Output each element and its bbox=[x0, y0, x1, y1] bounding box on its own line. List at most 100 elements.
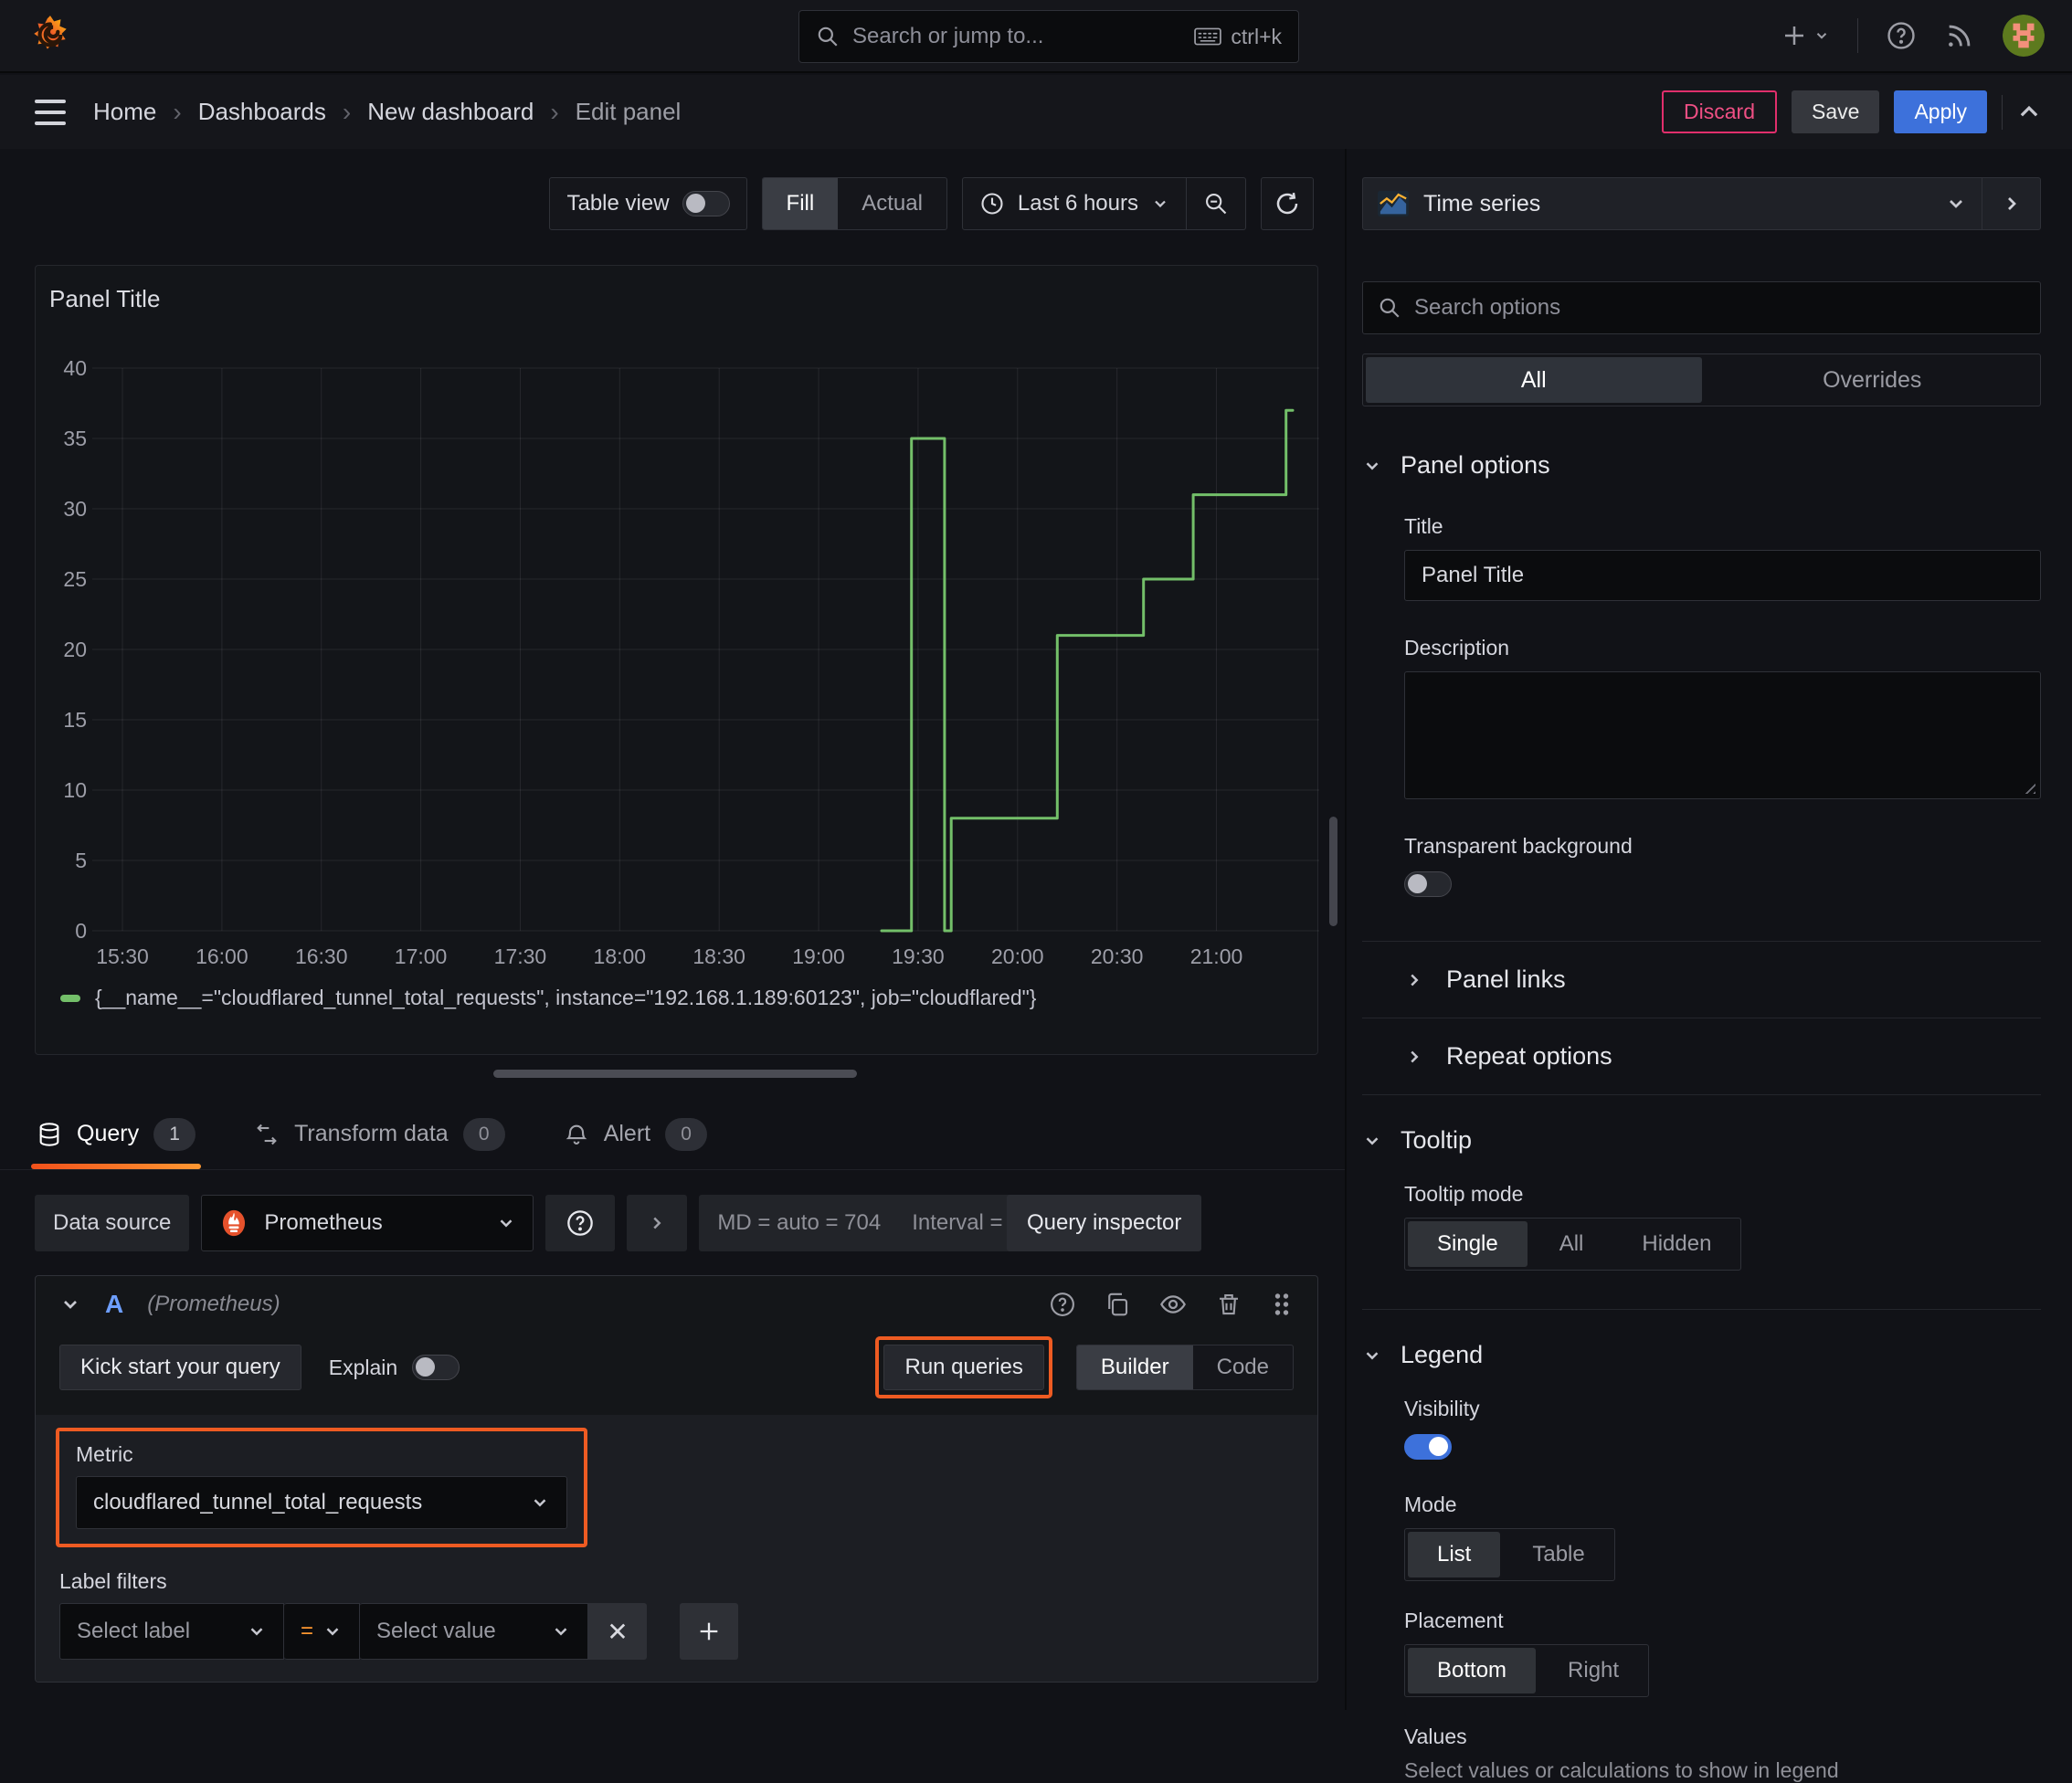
news-icon[interactable] bbox=[1944, 20, 1975, 51]
run-queries-button[interactable]: Run queries bbox=[883, 1345, 1044, 1390]
fill-option[interactable]: Fill bbox=[762, 178, 839, 229]
keyboard-icon bbox=[1194, 26, 1222, 47]
add-new-button[interactable] bbox=[1781, 22, 1830, 49]
panel-title: Panel Title bbox=[49, 285, 161, 312]
divider bbox=[1362, 1309, 2041, 1310]
legend-values-label: Values bbox=[1404, 1725, 1467, 1748]
transparent-background-label: Transparent background bbox=[1404, 834, 1633, 858]
clock-icon bbox=[979, 191, 1005, 216]
panel-options-header[interactable]: Panel options bbox=[1362, 451, 2041, 480]
help-icon[interactable] bbox=[1886, 20, 1917, 51]
chevron-down-icon bbox=[1950, 200, 1962, 208]
legend-series-label[interactable]: {__name__="cloudflared_tunnel_total_requ… bbox=[95, 986, 1036, 1010]
horizontal-scrollbar[interactable] bbox=[493, 1070, 857, 1078]
breadcrumb-new-dashboard[interactable]: New dashboard bbox=[367, 98, 534, 126]
datasource-help-icon[interactable] bbox=[545, 1195, 616, 1251]
svg-text:18:00: 18:00 bbox=[594, 944, 647, 968]
svg-text:16:00: 16:00 bbox=[196, 944, 248, 968]
vertical-scrollbar[interactable] bbox=[1329, 817, 1337, 926]
refresh-button[interactable] bbox=[1261, 177, 1314, 230]
grafana-logo[interactable] bbox=[27, 13, 73, 58]
legend-header[interactable]: Legend bbox=[1362, 1341, 2041, 1369]
tab-all-options[interactable]: All bbox=[1366, 357, 1702, 403]
collapse-sidebar-icon[interactable] bbox=[1982, 178, 2040, 229]
metric-value: cloudflared_tunnel_total_requests bbox=[93, 1490, 423, 1514]
svg-text:18:30: 18:30 bbox=[692, 944, 745, 968]
global-search[interactable]: ctrl+k bbox=[798, 10, 1299, 63]
legend-visibility-toggle[interactable] bbox=[1404, 1434, 1452, 1460]
description-label: Description bbox=[1404, 636, 1510, 659]
tooltip-hidden-option[interactable]: Hidden bbox=[1612, 1219, 1740, 1270]
panel-preview: Panel Title 0 5 10 15 20 25 30 35 40 15:30 16:00 16… bbox=[35, 265, 1319, 1055]
discard-button[interactable]: Discard bbox=[1662, 90, 1778, 133]
query-row-header[interactable]: A (Prometheus) bbox=[36, 1276, 1317, 1333]
query-builder-body: Metric cloudflared_tunnel_total_requests… bbox=[36, 1415, 1317, 1682]
collapse-query-icon[interactable] bbox=[59, 1293, 81, 1315]
time-range-picker[interactable]: Last 6 hours bbox=[963, 178, 1186, 229]
legend-table-option[interactable]: Table bbox=[1503, 1529, 1613, 1580]
tab-alert[interactable]: Alert 0 bbox=[564, 1099, 708, 1169]
user-avatar[interactable] bbox=[2003, 15, 2045, 57]
divider bbox=[1362, 1094, 2041, 1095]
select-label-dropdown[interactable]: Select label bbox=[59, 1603, 284, 1660]
query-help-icon[interactable] bbox=[1049, 1291, 1076, 1318]
description-textarea[interactable] bbox=[1404, 671, 2041, 799]
select-value-dropdown[interactable]: Select value bbox=[360, 1603, 589, 1660]
panel-title-input[interactable]: Panel Title bbox=[1404, 550, 2041, 601]
panel-links-header[interactable]: Panel links bbox=[1404, 965, 2041, 994]
query-inspector-button[interactable]: Query inspector bbox=[1006, 1195, 1202, 1251]
tab-overrides[interactable]: Overrides bbox=[1705, 354, 2041, 406]
tab-query[interactable]: Query 1 bbox=[30, 1099, 202, 1169]
add-filter-icon[interactable] bbox=[680, 1603, 739, 1660]
tooltip-single-option[interactable]: Single bbox=[1408, 1221, 1528, 1267]
options-search[interactable] bbox=[1362, 281, 2041, 334]
duplicate-query-icon[interactable] bbox=[1104, 1291, 1131, 1318]
explain-label: Explain bbox=[328, 1355, 398, 1379]
actual-option[interactable]: Actual bbox=[838, 178, 946, 229]
legend-placement-label: Placement bbox=[1404, 1609, 1504, 1632]
visualization-picker[interactable]: Time series bbox=[1363, 178, 1982, 229]
save-button[interactable]: Save bbox=[1792, 90, 1880, 133]
options-search-input[interactable] bbox=[1414, 295, 2025, 321]
svg-text:20:00: 20:00 bbox=[991, 944, 1044, 968]
collapse-header-icon[interactable] bbox=[2017, 100, 2041, 124]
legend-mode-label: Mode bbox=[1404, 1493, 1457, 1516]
tooltip-mode-switch: Single All Hidden bbox=[1404, 1218, 1742, 1271]
delete-query-icon[interactable] bbox=[1215, 1291, 1242, 1318]
breadcrumb-home[interactable]: Home bbox=[93, 98, 156, 126]
global-search-input[interactable] bbox=[852, 24, 1182, 49]
hide-query-icon[interactable] bbox=[1158, 1290, 1188, 1319]
legend-list-option[interactable]: List bbox=[1408, 1532, 1501, 1577]
metric-select[interactable]: cloudflared_tunnel_total_requests bbox=[76, 1476, 567, 1529]
expand-row-icon[interactable] bbox=[627, 1195, 688, 1251]
operator-dropdown[interactable]: = bbox=[284, 1603, 361, 1660]
menu-toggle-icon[interactable] bbox=[31, 96, 69, 129]
apply-button[interactable]: Apply bbox=[1894, 90, 1987, 133]
tooltip-header[interactable]: Tooltip bbox=[1362, 1126, 2041, 1155]
table-view-label: Table view bbox=[566, 191, 670, 216]
zoom-out-button[interactable] bbox=[1186, 178, 1245, 229]
drag-handle-icon[interactable] bbox=[1270, 1291, 1294, 1318]
resize-handle-icon[interactable] bbox=[2020, 778, 2035, 794]
tooltip-all-option[interactable]: All bbox=[1530, 1219, 1613, 1270]
tab-transform-data[interactable]: Transform data 0 bbox=[254, 1099, 505, 1169]
svg-text:10: 10 bbox=[63, 778, 87, 802]
chevron-right-icon bbox=[1411, 1050, 1419, 1062]
explain-toggle[interactable] bbox=[412, 1355, 460, 1380]
table-view-toggle[interactable] bbox=[682, 191, 730, 216]
breadcrumb-dashboards[interactable]: Dashboards bbox=[198, 98, 326, 126]
time-series-chart[interactable]: 0 5 10 15 20 25 30 35 40 15:30 16:00 16:30 17:00 17:3… bbox=[36, 339, 1319, 978]
svg-text:15: 15 bbox=[63, 708, 87, 732]
builder-option[interactable]: Builder bbox=[1076, 1345, 1193, 1389]
placement-bottom-option[interactable]: Bottom bbox=[1408, 1648, 1537, 1693]
datasource-picker[interactable]: Prometheus bbox=[201, 1195, 534, 1251]
placement-right-option[interactable]: Right bbox=[1538, 1645, 1648, 1696]
kick-start-button[interactable]: Kick start your query bbox=[59, 1345, 301, 1390]
max-data-points: MD = auto = 704 bbox=[717, 1210, 882, 1235]
repeat-options-header[interactable]: Repeat options bbox=[1404, 1042, 2041, 1071]
remove-filter-icon[interactable]: ✕ bbox=[588, 1603, 648, 1660]
title-label: Title bbox=[1404, 514, 1443, 538]
transparent-background-toggle[interactable] bbox=[1404, 871, 1452, 897]
code-option[interactable]: Code bbox=[1193, 1345, 1293, 1389]
chart-legend[interactable]: {__name__="cloudflared_tunnel_total_requ… bbox=[60, 986, 1036, 1010]
